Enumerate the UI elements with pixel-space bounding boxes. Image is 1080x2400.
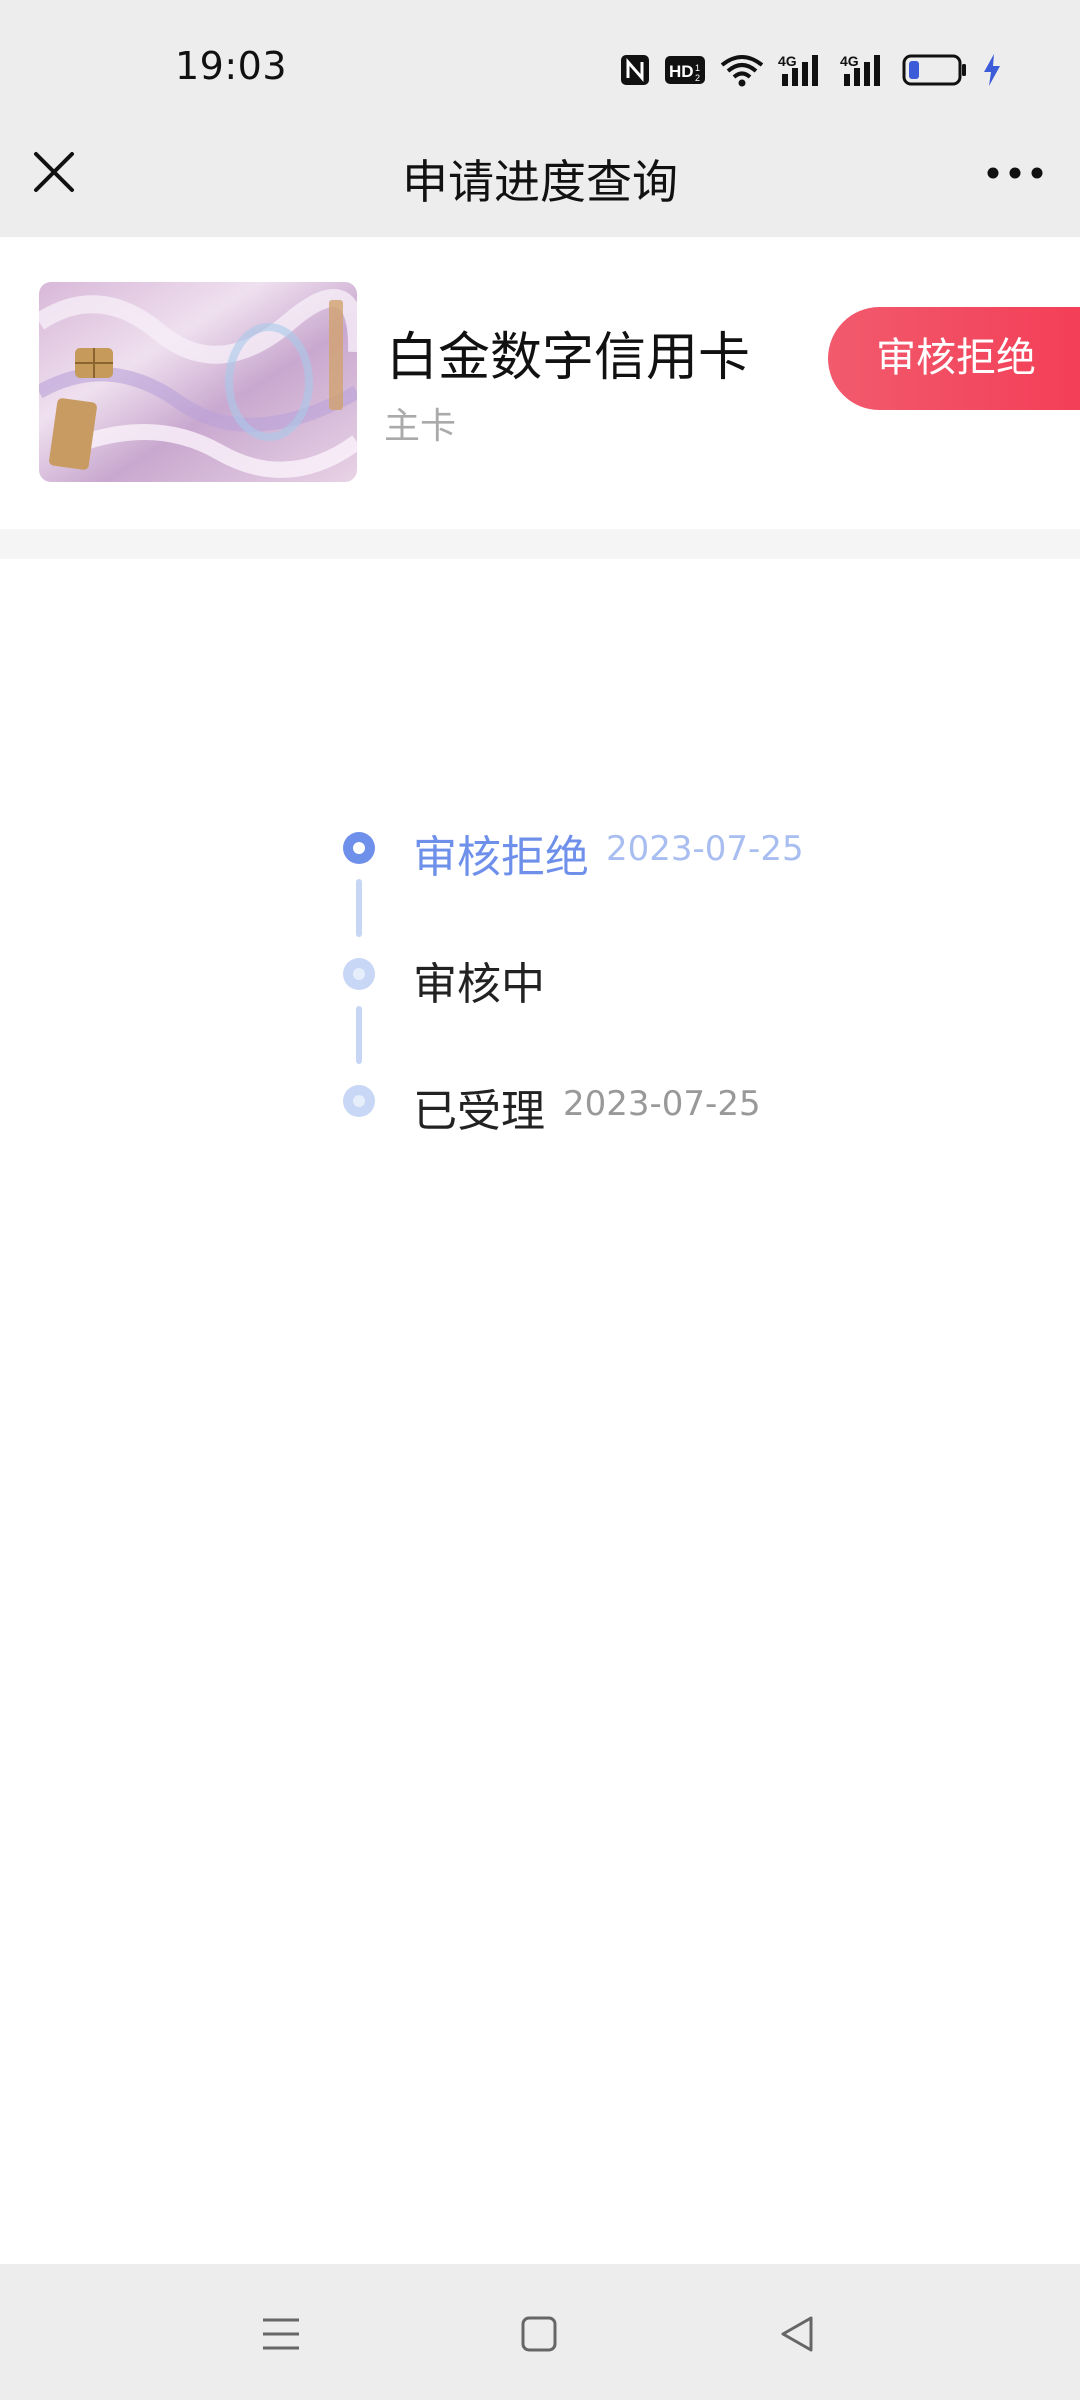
progress-timeline: 审核拒绝 2023-07-25 审核中 已受理 2023-07-25 — [0, 559, 1080, 2264]
svg-text:4G: 4G — [778, 53, 797, 69]
system-nav-bar — [0, 2264, 1080, 2400]
svg-text:HD: HD — [669, 62, 694, 81]
status-time: 19:03 — [175, 44, 288, 88]
timeline-dot-active — [343, 832, 375, 864]
nav-header: 申请进度查询 — [0, 140, 1080, 237]
timeline-step-label: 审核中 — [413, 959, 545, 1010]
home-icon[interactable] — [517, 2312, 561, 2356]
svg-text:4G: 4G — [840, 53, 859, 69]
timeline-step-date: 2023-07-25 — [606, 829, 804, 869]
credit-card-image — [39, 282, 357, 482]
svg-text:2: 2 — [695, 73, 700, 83]
more-icon[interactable] — [986, 158, 1044, 188]
timeline-step-date: 2023-07-25 — [563, 1084, 761, 1124]
charging-icon — [984, 54, 1000, 86]
timeline-connector — [356, 879, 362, 937]
battery-icon — [902, 54, 966, 86]
svg-text:1: 1 — [695, 63, 700, 73]
page-title: 申请进度查询 — [402, 155, 678, 209]
status-badge: 审核拒绝 — [828, 307, 1080, 410]
hd-icon: HD 1 2 — [665, 56, 705, 84]
nfc-icon — [621, 55, 649, 85]
card-name: 白金数字信用卡 — [386, 328, 751, 388]
status-icons: HD 1 2 4G 4G — [620, 50, 1002, 90]
timeline-step-label: 已受理 — [413, 1086, 545, 1137]
timeline-connector — [356, 1006, 362, 1064]
wifi-icon — [720, 55, 764, 87]
status-bar: 19:03 HD 1 2 4G 4G — [0, 0, 1080, 140]
timeline-dot — [343, 1085, 375, 1117]
timeline-step-label: 审核拒绝 — [413, 832, 589, 883]
signal-4g-icon: 4G — [840, 53, 880, 86]
back-icon[interactable] — [775, 2312, 819, 2356]
menu-icon[interactable] — [259, 2312, 303, 2356]
signal-4g-icon: 4G — [778, 53, 818, 86]
card-summary: 白金数字信用卡 主卡 审核拒绝 — [0, 237, 1080, 529]
section-divider — [0, 529, 1080, 559]
card-type: 主卡 — [384, 406, 457, 447]
timeline-dot — [343, 958, 375, 990]
